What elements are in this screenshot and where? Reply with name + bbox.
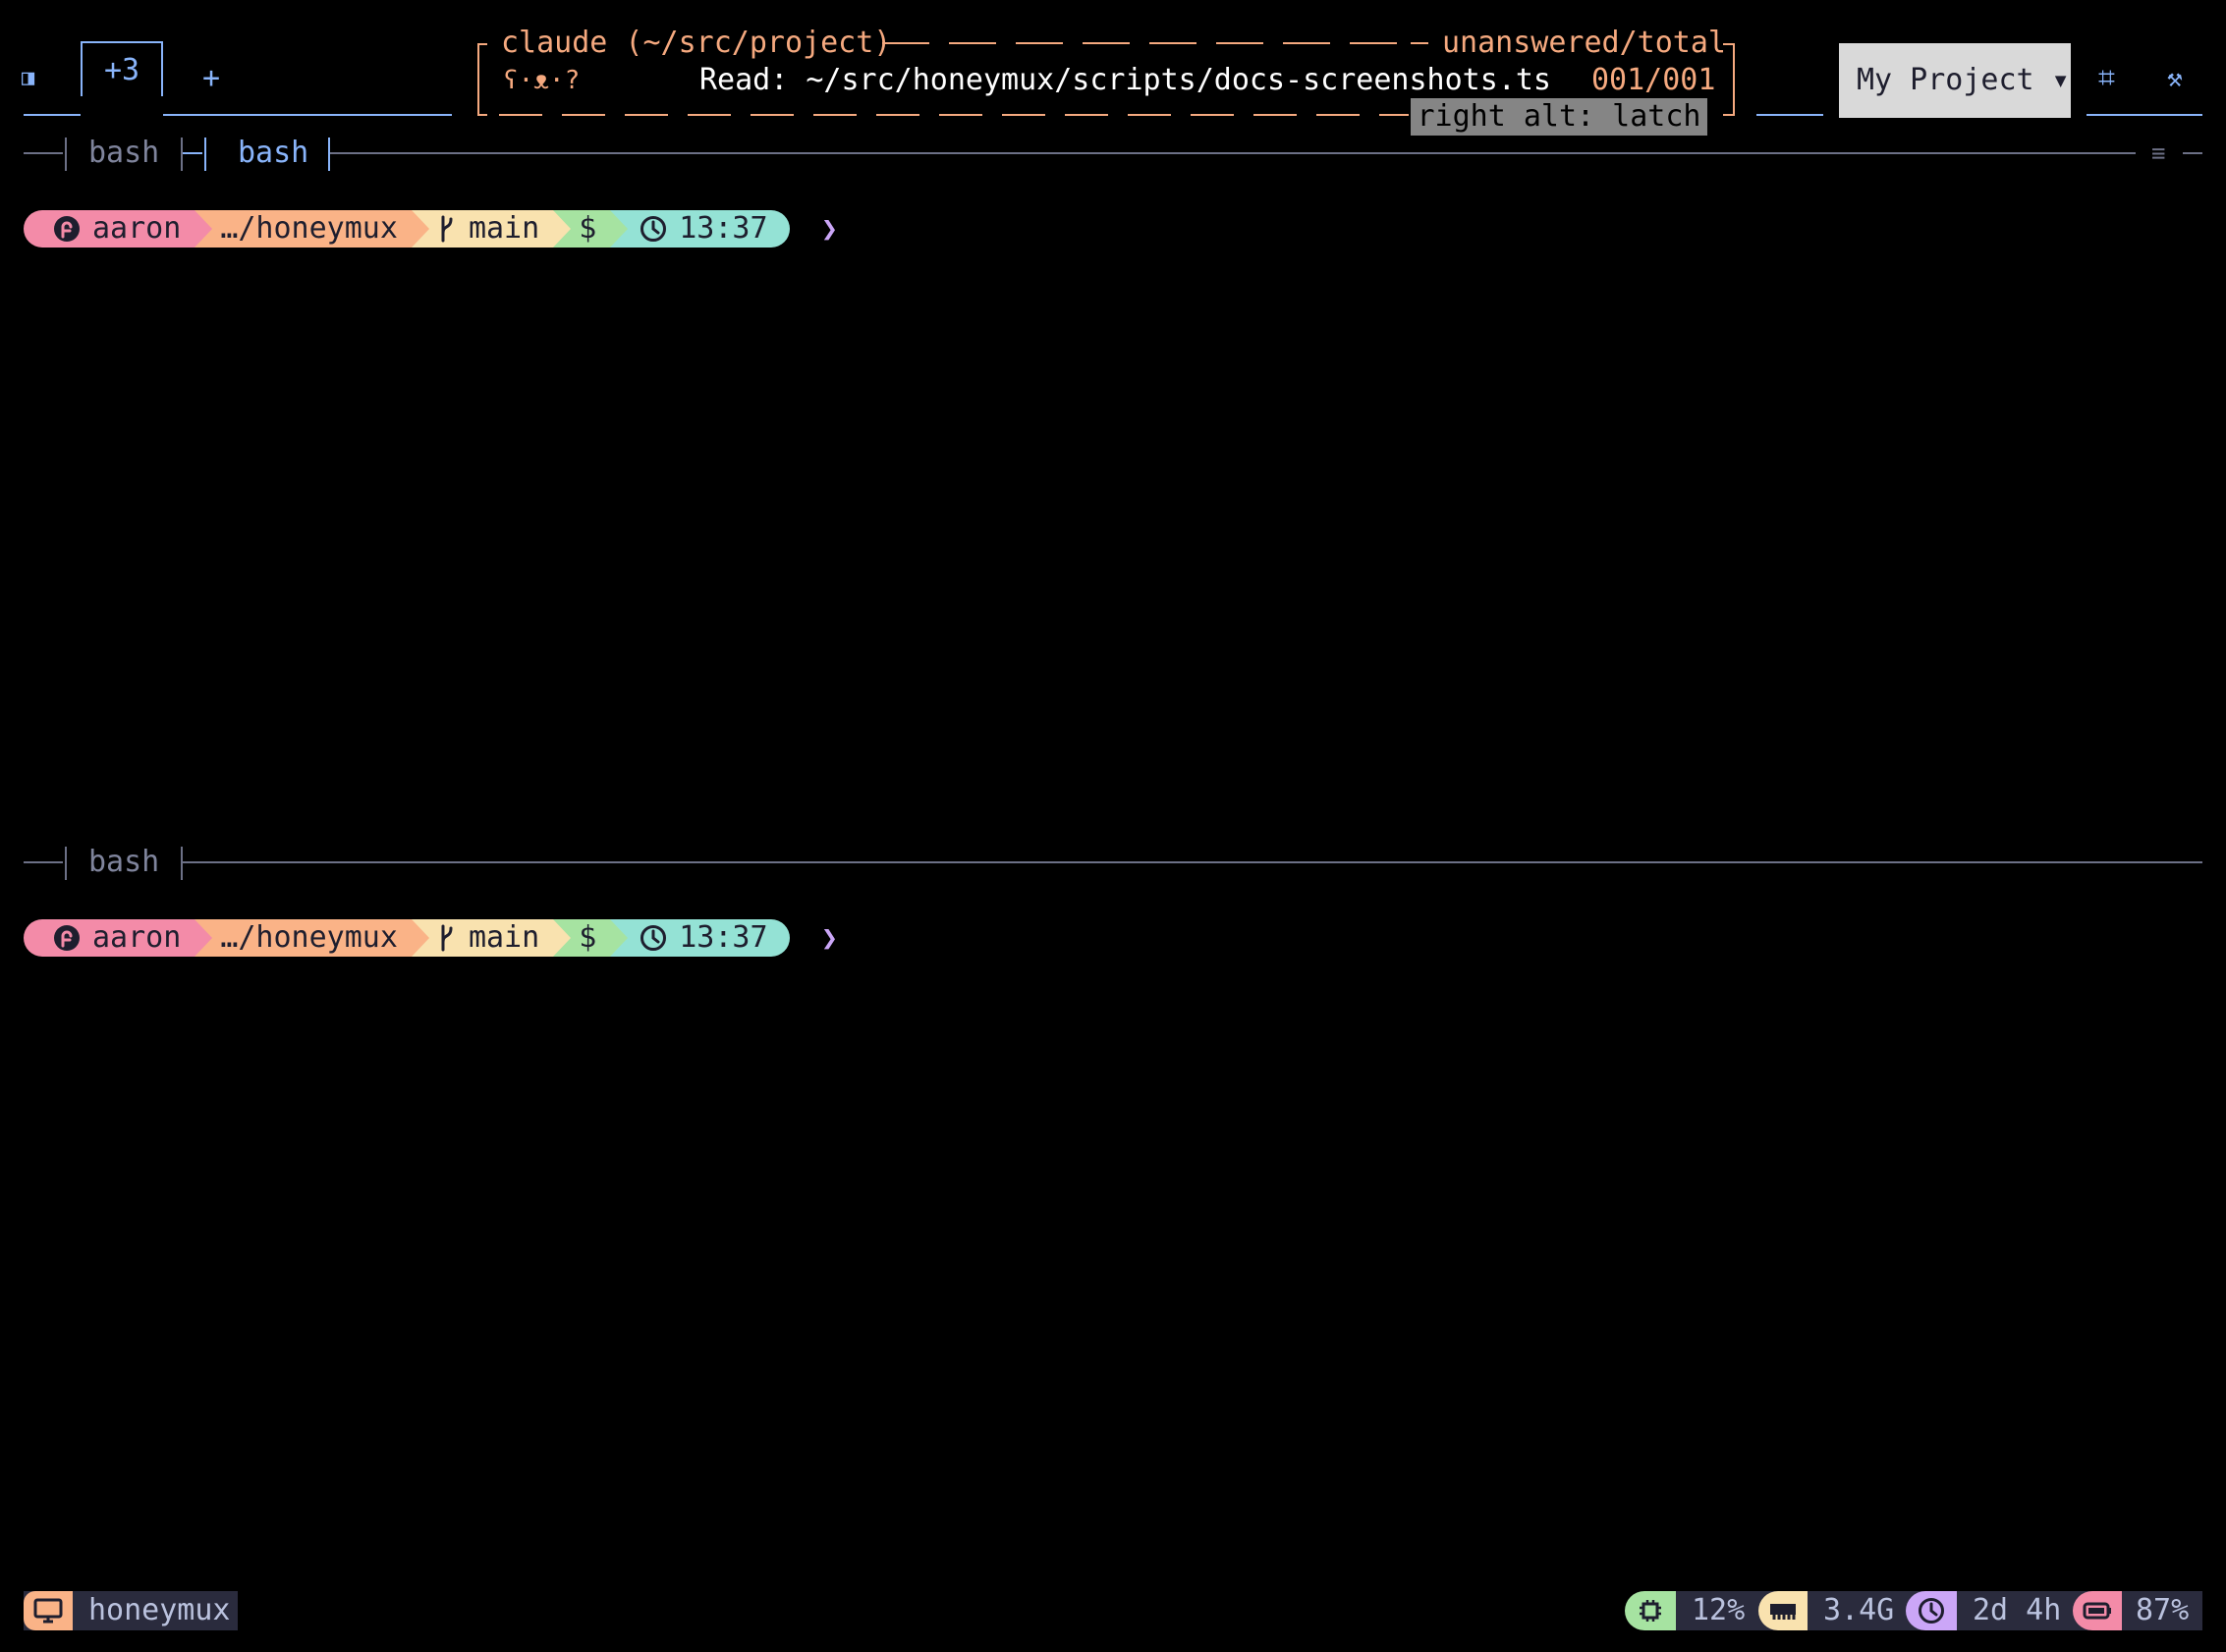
session-name[interactable]: honeymux (88, 1591, 231, 1630)
memory-usage: 3.4G (1823, 1593, 1895, 1627)
notification-title: claude (~/src/project) (501, 26, 892, 60)
tabbar-underline-end (2087, 114, 2202, 116)
pane-menu-icon[interactable]: ≡ (2151, 134, 2165, 173)
tools-icon[interactable]: ⚒ (2167, 59, 2200, 98)
clock-icon (1906, 1591, 1957, 1630)
clock-icon (640, 925, 667, 951)
prompt-caret-2: ❯ (821, 921, 838, 954)
prompt-branch: main (468, 211, 540, 246)
prompt-user-segment: aaron (24, 919, 213, 957)
notification-bracket-left (477, 43, 479, 116)
prompt-git-segment: main (411, 210, 572, 248)
status-bar: honeymux 12% 3.4G 2d 4h 87% (24, 1591, 2202, 1630)
prompt-user: aaron (92, 211, 182, 246)
monitor-icon (24, 1591, 73, 1630)
prompt-branch: main (468, 920, 540, 955)
prompt-dir-segment: …/honeymux (195, 210, 429, 248)
tab-overflow-button[interactable]: +3 (81, 41, 163, 96)
new-tab-button[interactable]: + (202, 59, 226, 98)
cpu-usage: 12% (1692, 1593, 1746, 1627)
git-branch-icon (441, 924, 453, 952)
tabbar-underline-right (163, 114, 452, 116)
sidebar-toggle-icon[interactable]: ◨ (22, 59, 41, 98)
notification-bracket-left-bottom (477, 114, 487, 116)
shell-prompt-2: aaron …/honeymux main $ 13:37 (24, 919, 790, 957)
prompt-time-segment: 13:37 (610, 919, 790, 957)
fedora-icon (54, 925, 80, 951)
uptime: 2d 4h (1973, 1593, 2062, 1627)
prompt-time: 13:37 (679, 920, 768, 955)
prompt-time-segment: 13:37 (610, 210, 790, 248)
prompt-user-segment: aaron (24, 210, 213, 248)
notification-bracket-right (1733, 43, 1735, 116)
prompt-user: aaron (92, 920, 182, 955)
battery-level: 87% (2136, 1593, 2190, 1627)
tabbar-underline-left (24, 114, 81, 116)
notification-bracket-right-bottom (1723, 114, 1733, 116)
notification-bracket-left-top (477, 43, 487, 45)
project-selector-button[interactable]: My Project ▾ (1839, 43, 2071, 118)
shell-prompt-1: aaron …/honeymux main $ 13:37 (24, 210, 790, 248)
cpu-chip-icon (1625, 1591, 1676, 1630)
fedora-icon (54, 216, 80, 242)
prompt-git-segment: main (411, 919, 572, 957)
notification-counter-header: unanswered/total (1442, 26, 1726, 60)
clock-icon (640, 216, 667, 242)
notification-message: Read: ~/src/honeymux/scripts/docs-screen… (699, 63, 1551, 97)
pane-tab-bash-3[interactable]: bash (88, 843, 159, 882)
grid-icon[interactable]: ⌗ (2098, 59, 2128, 98)
tabbar-underline-mid (1756, 114, 1823, 116)
prompt-dir: …/honeymux (220, 920, 398, 955)
notification-status-glyph: ʕ·ᴥ·? (503, 66, 581, 95)
prompt-shell: $ (579, 920, 597, 955)
git-branch-icon (441, 215, 453, 243)
prompt-dir-segment: …/honeymux (195, 919, 429, 957)
prompt-caret-1: ❯ (821, 212, 838, 245)
memory-icon (1758, 1591, 1808, 1630)
pane-tab-bash-1[interactable]: bash (88, 134, 159, 173)
pane-tab-bash-2-active[interactable]: bash (238, 134, 308, 173)
battery-icon (2073, 1591, 2122, 1630)
notification-counter: 001/001 (1591, 63, 1716, 97)
latch-hint: right alt: latch (1411, 98, 1707, 136)
prompt-shell: $ (579, 211, 597, 246)
prompt-dir: …/honeymux (220, 211, 398, 246)
prompt-time: 13:37 (679, 211, 768, 246)
